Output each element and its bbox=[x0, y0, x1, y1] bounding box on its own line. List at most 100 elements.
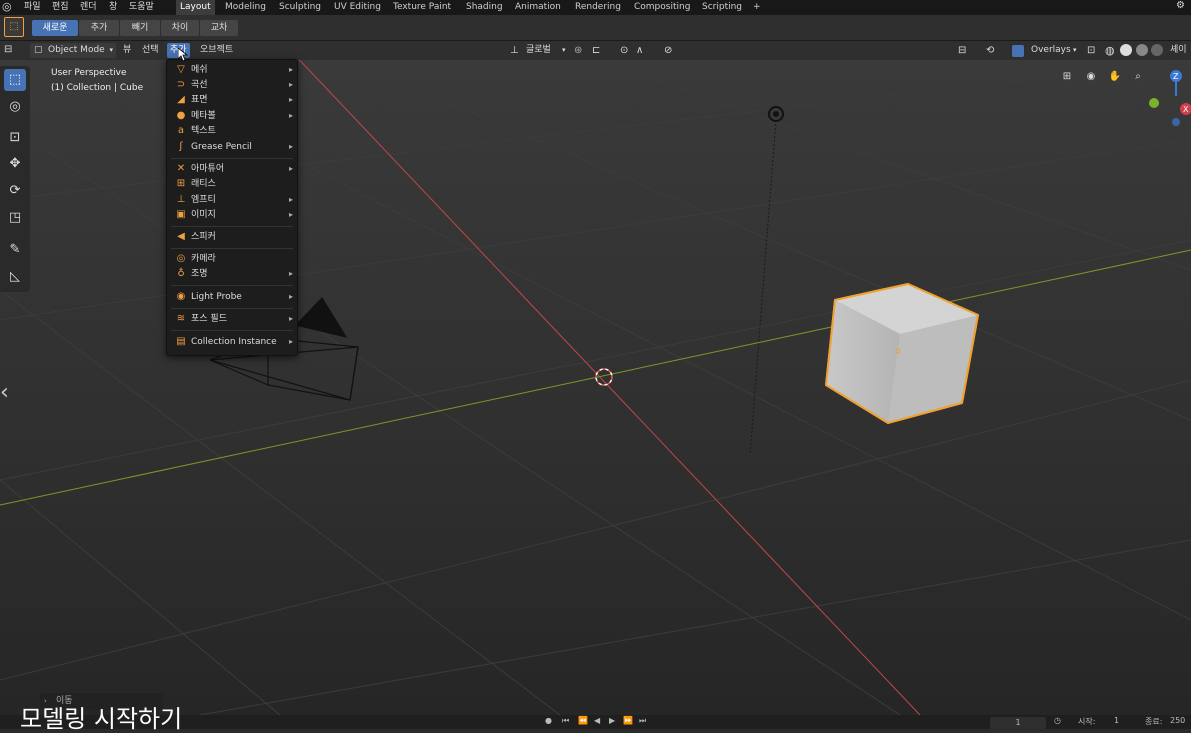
start-value[interactable]: 1 bbox=[1114, 716, 1119, 725]
add-lattice-item[interactable]: ⊞ 래티스 bbox=[171, 177, 293, 191]
editor-type-icon[interactable]: ⊟ bbox=[4, 44, 12, 55]
prev-keyframe-icon[interactable]: ⏪ bbox=[578, 716, 588, 725]
menu-separator bbox=[171, 226, 293, 227]
x-axis-line bbox=[298, 60, 921, 715]
tab-sculpting[interactable]: Sculpting bbox=[275, 0, 325, 15]
add-image-item[interactable]: ▣ 이미지 ▸ bbox=[171, 208, 293, 222]
jump-start-icon[interactable]: ⏮ bbox=[562, 716, 569, 726]
visibility-icon[interactable]: ⊘ bbox=[664, 43, 672, 58]
add-light-item[interactable]: ♁ 조명 ▸ bbox=[171, 267, 293, 281]
mode-selector[interactable]: ▢ Object Mode ▾ bbox=[30, 43, 116, 58]
mode-extend-button[interactable]: 추가 bbox=[79, 20, 119, 36]
add-mesh-item[interactable]: ▽ 메쉬 ▸ bbox=[171, 63, 293, 77]
add-force-field-item[interactable]: ≋ 포스 필드 ▸ bbox=[171, 312, 293, 326]
keyframe-icon[interactable]: ● bbox=[545, 716, 552, 725]
tab-texture-paint[interactable]: Texture Paint bbox=[389, 0, 455, 15]
play-icon[interactable]: ▶ bbox=[609, 716, 615, 725]
scale-tool-icon[interactable]: ◳ bbox=[4, 207, 26, 229]
scene-icon[interactable]: ⚙ bbox=[1176, 0, 1185, 11]
menu-file[interactable]: 파일 bbox=[24, 1, 41, 14]
move-tool-icon[interactable]: ✥ bbox=[4, 153, 26, 175]
tab-animation[interactable]: Animation bbox=[511, 0, 565, 15]
menu-separator bbox=[171, 308, 293, 309]
rendered-shading-icon[interactable] bbox=[1151, 44, 1163, 56]
cursor-tool-icon[interactable]: ◎ bbox=[4, 96, 26, 118]
clock-icon[interactable]: ◷ bbox=[1054, 716, 1061, 725]
tab-rendering[interactable]: Rendering bbox=[571, 0, 625, 15]
shading-label[interactable]: 셰이 bbox=[1170, 43, 1187, 58]
material-shading-icon[interactable] bbox=[1136, 44, 1148, 56]
mode-intersect-button[interactable]: 교차 bbox=[200, 20, 238, 36]
menu-render[interactable]: 렌더 bbox=[80, 1, 97, 14]
measure-tool-icon[interactable]: ◺ bbox=[4, 266, 26, 288]
chevron-down-icon: ▾ bbox=[1073, 46, 1077, 54]
snap-icon[interactable]: ⊏ bbox=[592, 43, 600, 58]
zoom-icon[interactable]: ⌕ bbox=[1129, 68, 1147, 86]
pivot-icon[interactable]: ⊛ bbox=[574, 43, 582, 58]
add-grease-pencil-item[interactable]: ʃ Grease Pencil ▸ bbox=[171, 140, 293, 154]
pan-hand-icon[interactable]: ✋ bbox=[1106, 68, 1124, 86]
display-filter-icon[interactable]: ⊟ bbox=[958, 43, 966, 58]
select-box-icon[interactable]: ⬚ bbox=[4, 69, 26, 91]
solid-shading-icon[interactable] bbox=[1120, 44, 1132, 56]
add-metaball-item[interactable]: ● 메타볼 ▸ bbox=[171, 109, 293, 123]
menu-help[interactable]: 도움말 bbox=[129, 1, 154, 14]
add-surface-item[interactable]: ◢ 표면 ▸ bbox=[171, 93, 293, 107]
light-probe-icon: ◉ bbox=[176, 291, 186, 302]
add-empty-item[interactable]: ⊥ 엠프티 ▸ bbox=[171, 193, 293, 207]
lattice-icon: ⊞ bbox=[176, 178, 186, 189]
transform-orientation-label[interactable]: 글로벌 bbox=[526, 43, 551, 58]
add-light-probe-item[interactable]: ◉ Light Probe ▸ bbox=[171, 290, 293, 304]
menu-object[interactable]: 오브젝트 bbox=[197, 43, 236, 58]
video-subtitle: 모델링 시작하기 bbox=[20, 705, 183, 733]
menu-window[interactable]: 창 bbox=[109, 1, 117, 14]
rotate-tool-icon[interactable]: ⟳ bbox=[4, 180, 26, 202]
mouse-pointer-icon bbox=[178, 48, 188, 62]
collection-instance-icon: ▤ bbox=[176, 336, 186, 347]
tab-scripting[interactable]: Scripting bbox=[698, 0, 746, 15]
end-value[interactable]: 250 bbox=[1170, 716, 1185, 725]
tab-compositing[interactable]: Compositing bbox=[630, 0, 694, 15]
add-armature-item[interactable]: ✕ 아마튜어 ▸ bbox=[171, 162, 293, 176]
mode-new-button[interactable]: 새로운 bbox=[32, 20, 78, 36]
tab-shading[interactable]: Shading bbox=[462, 0, 507, 15]
menu-edit[interactable]: 편집 bbox=[52, 1, 69, 14]
xray-icon[interactable]: ⊡ bbox=[1087, 43, 1095, 58]
falloff-icon[interactable]: ∧ bbox=[636, 43, 643, 58]
submenu-arrow-icon: ▸ bbox=[288, 95, 293, 104]
mode-subtract-button[interactable]: 빼기 bbox=[120, 20, 160, 36]
add-workspace-button[interactable]: + bbox=[749, 0, 765, 15]
proportional-edit-icon[interactable]: ⊙ bbox=[620, 43, 628, 58]
select-box-tool-icon[interactable]: ⬚ bbox=[4, 17, 24, 37]
annotate-tool-icon[interactable]: ✎ bbox=[4, 239, 26, 261]
toggle-grid-icon[interactable]: ⊞ bbox=[1058, 68, 1076, 86]
tab-uv-editing[interactable]: UV Editing bbox=[330, 0, 385, 15]
surface-icon: ◢ bbox=[177, 94, 185, 105]
add-curve-item[interactable]: ⊃ 곡선 ▸ bbox=[171, 78, 293, 92]
add-camera-item[interactable]: ◎ 카메라 bbox=[171, 252, 293, 266]
menu-select[interactable]: 선택 bbox=[139, 43, 162, 58]
gizmo-icon[interactable]: ⟲ bbox=[986, 43, 994, 58]
navigation-gizmo[interactable]: Z X bbox=[1146, 66, 1191, 126]
overlays-icon[interactable] bbox=[1012, 45, 1024, 57]
add-speaker-item[interactable]: ◀ 스피커 bbox=[171, 230, 293, 244]
transform-orientation-icon[interactable]: ⊥ bbox=[510, 43, 519, 58]
tab-layout[interactable]: Layout bbox=[176, 0, 215, 15]
jump-end-icon[interactable]: ⏭ bbox=[639, 716, 646, 726]
play-reverse-icon[interactable]: ◀ bbox=[594, 716, 600, 725]
current-frame-field[interactable]: 1 bbox=[990, 717, 1046, 729]
add-text-item[interactable]: a 텍스트 bbox=[171, 124, 293, 138]
menu-view[interactable]: 뷰 bbox=[120, 43, 134, 58]
mesh-icon: ▽ bbox=[177, 64, 185, 75]
submenu-arrow-icon: ▸ bbox=[288, 314, 293, 323]
sidebar-toggle-icon[interactable]: ‹ bbox=[0, 380, 9, 405]
add-collection-instance-item[interactable]: ▤ Collection Instance ▸ bbox=[171, 335, 293, 349]
blender-logo-icon[interactable]: ◎ bbox=[2, 0, 12, 13]
tab-modeling[interactable]: Modeling bbox=[221, 0, 270, 15]
transform-tool-icon[interactable]: ⊡ bbox=[4, 127, 26, 149]
wireframe-shading-icon[interactable]: ◍ bbox=[1105, 43, 1115, 58]
overlays-label[interactable]: Overlays bbox=[1031, 43, 1071, 58]
mode-difference-button[interactable]: 차이 bbox=[161, 20, 199, 36]
next-keyframe-icon[interactable]: ⏩ bbox=[623, 716, 633, 725]
camera-view-icon[interactable]: ◉ bbox=[1082, 68, 1100, 86]
